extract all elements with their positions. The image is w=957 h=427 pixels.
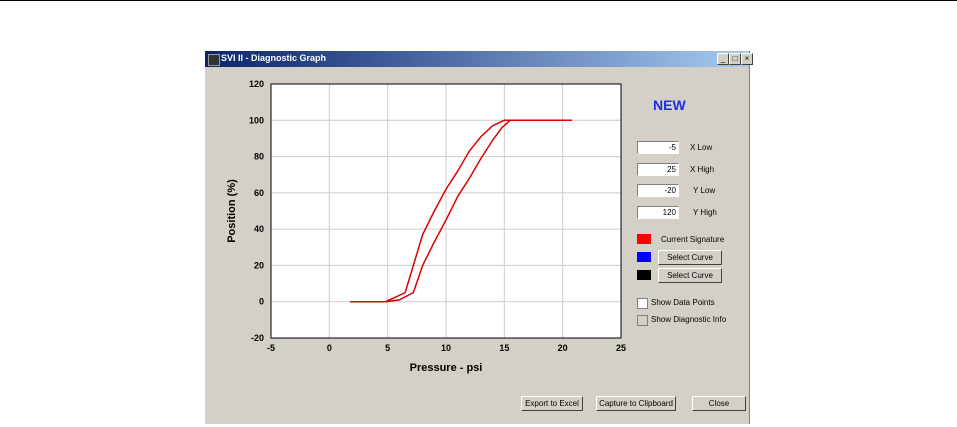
close-button[interactable]: Close [692,396,746,411]
x-axis-label: Pressure - psi [410,362,483,374]
show-diagnostic-info-checkbox[interactable] [637,315,648,326]
y-tick-label: 120 [249,79,264,89]
y-high-input[interactable]: 120 [637,206,679,219]
capture-to-clipboard-button[interactable]: Capture to Clipboard [596,396,676,411]
show-data-points-label: Show Data Points [651,298,715,307]
page-top-rule [0,0,957,1]
y-tick-label: 80 [254,152,264,162]
y-tick-label: 0 [259,297,264,307]
export-to-excel-button[interactable]: Export to Excel [521,396,583,411]
select-curve-2-button[interactable]: Select Curve [658,250,722,265]
diagnostic-chart: -5 0 5 10 15 20 25 -20 0 20 40 60 80 100 120 Pressure -… [205,68,630,388]
close-window-button[interactable]: × [741,53,753,65]
x-low-label: X Low [690,143,713,152]
show-data-points-checkbox[interactable] [637,298,648,309]
show-diagnostic-info-label: Show Diagnostic Info [651,315,727,324]
curve-3-swatch [637,270,651,280]
y-low-input[interactable]: -20 [637,184,679,197]
y-tick-label: 60 [254,188,264,198]
app-icon [208,54,220,66]
x-tick-label: 20 [558,343,568,353]
y-axis-label: Position (%) [226,179,238,243]
current-signature-label: Current Signature [661,235,725,244]
maximize-button[interactable]: □ [729,53,741,65]
x-tick-label: 10 [441,343,451,353]
diagnostic-graph-window: SVI II - Diagnostic Graph _ □ × -5 0 5 10 15… [205,51,753,424]
select-curve-3-button[interactable]: Select Curve [658,268,722,283]
curve-2-swatch [637,252,651,262]
x-low-input[interactable]: -5 [637,141,679,154]
y-low-label: Y Low [693,186,716,195]
x-tick-label: 25 [616,343,626,353]
x-tick-label: -5 [267,343,275,353]
y-tick-label: 20 [254,260,264,270]
y-tick-label: 100 [249,115,264,125]
y-tick-label: -20 [251,333,264,343]
current-signature-swatch [637,234,651,244]
x-high-input[interactable]: 25 [637,163,679,176]
x-tick-label: 5 [385,343,390,353]
y-high-label: Y High [693,208,717,217]
y-tick-label: 40 [254,224,264,234]
chart-svg: -5 0 5 10 15 20 25 -20 0 20 40 60 80 100 120 Pressure -… [226,79,626,374]
title-bar[interactable]: SVI II - Diagnostic Graph _ □ × [205,51,753,67]
x-high-label: X High [690,165,715,174]
minimize-button[interactable]: _ [717,53,729,65]
x-tick-label: 0 [327,343,332,353]
status-label: NEW [653,97,686,113]
x-tick-label: 15 [499,343,509,353]
window-title: SVI II - Diagnostic Graph [221,53,327,63]
